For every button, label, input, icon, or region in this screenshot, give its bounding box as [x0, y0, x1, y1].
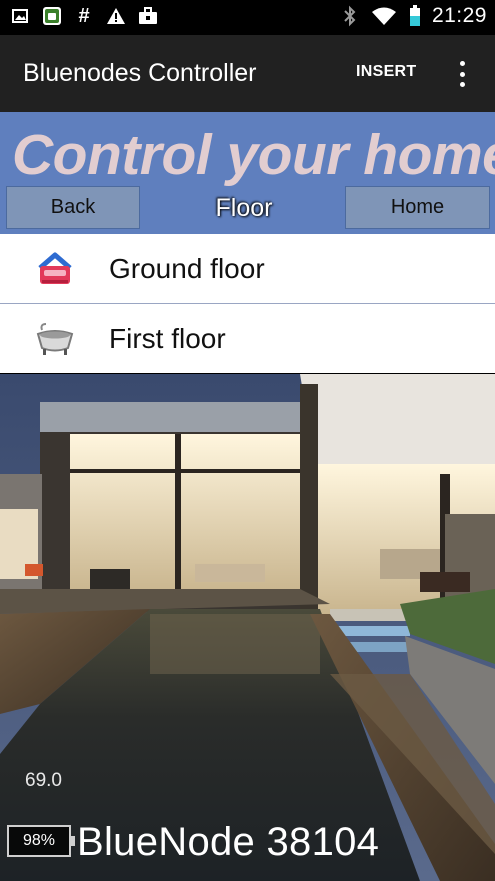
- warning-icon: [106, 6, 126, 26]
- bluetooth-icon: [340, 5, 360, 27]
- node-name: BlueNode 38104: [77, 820, 380, 864]
- sensor-value: 69.0: [25, 770, 62, 791]
- status-bar: # 21:29: [0, 0, 495, 35]
- header-panel: Control your home Back Floor Home: [0, 112, 495, 234]
- back-button[interactable]: Back: [6, 186, 140, 229]
- action-bar: Bluenodes Controller INSERT: [0, 35, 495, 112]
- home-button[interactable]: Home: [345, 186, 490, 229]
- list-item-ground-floor[interactable]: Ground floor: [0, 234, 495, 304]
- house-photo: [0, 374, 495, 881]
- briefcase-icon: [138, 6, 158, 26]
- list-item-label: First floor: [109, 322, 226, 354]
- hash-icon: #: [78, 4, 90, 27]
- house-icon: [34, 250, 76, 288]
- wifi-icon: [370, 6, 398, 26]
- list-item-label: Ground floor: [109, 252, 265, 284]
- status-time: 21:29: [431, 4, 487, 27]
- section-title: Floor: [215, 194, 273, 222]
- android-icon: [42, 6, 62, 26]
- battery-level-badge: 98%: [7, 825, 75, 857]
- overflow-menu-icon[interactable]: [452, 61, 472, 87]
- battery-icon: [408, 5, 422, 26]
- insert-button[interactable]: INSERT: [356, 63, 416, 81]
- bathtub-icon: [34, 320, 76, 358]
- floor-list: Ground floor First floor: [0, 234, 495, 373]
- banner-title: Control your home: [12, 123, 495, 187]
- list-item-first-floor[interactable]: First floor: [0, 304, 495, 373]
- app-title: Bluenodes Controller: [23, 59, 257, 87]
- image-icon: [10, 6, 30, 26]
